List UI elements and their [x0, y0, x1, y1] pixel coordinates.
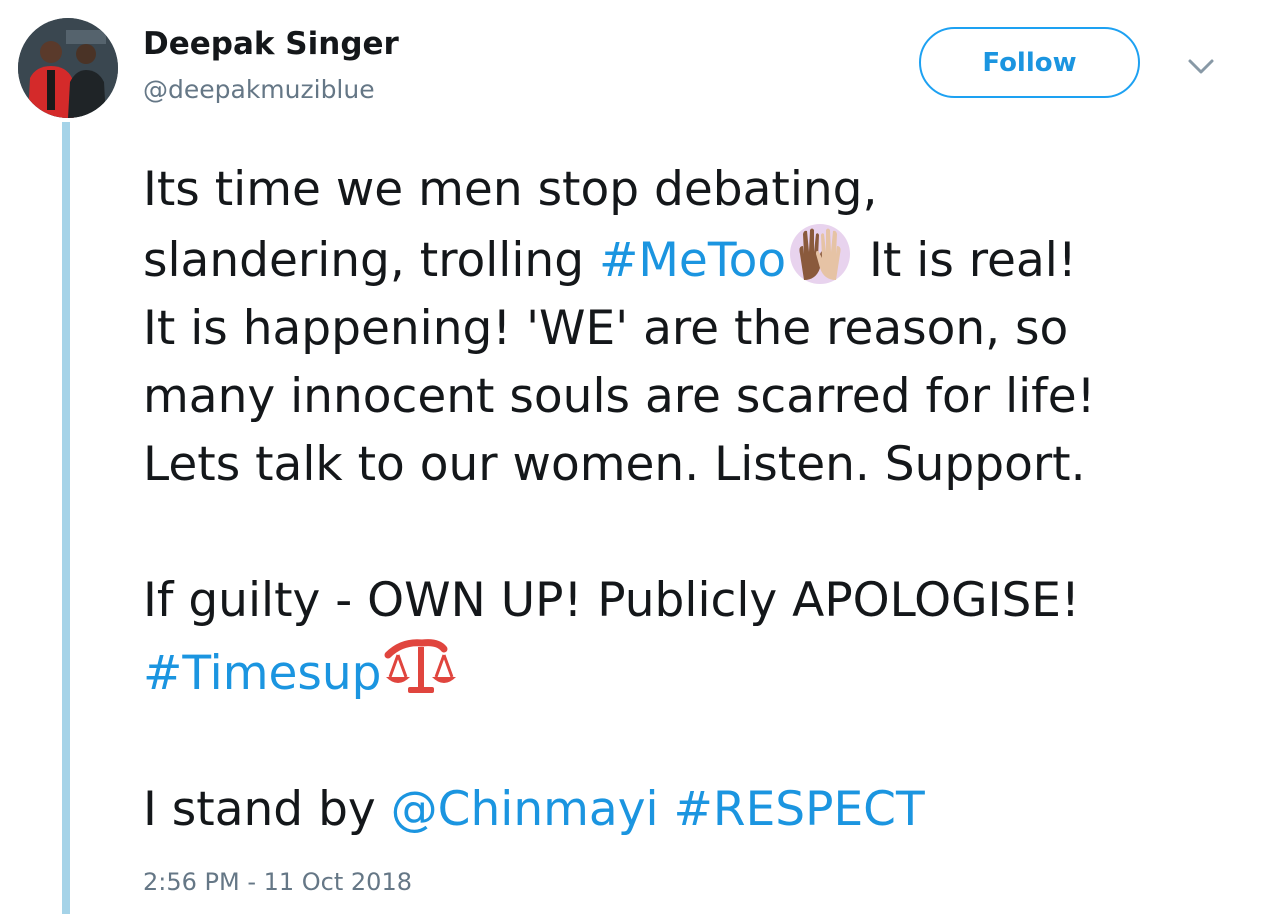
tweet-line: slandering, trolling #MeToo It is real! — [143, 224, 1243, 295]
tweet-line: Lets talk to our women. Listen. Support. — [143, 437, 1086, 492]
hashtag-respect-link[interactable]: #RESPECT — [674, 782, 925, 837]
tweet-card: Deepak Singer @deepakmuziblue Follow Its… — [0, 0, 1280, 914]
tweet-line: many innocent souls are scarred for life… — [143, 369, 1096, 424]
hashtag-metoo-link[interactable]: #MeToo — [599, 233, 786, 288]
tweet-timestamp[interactable]: 2:56 PM - 11 Oct 2018 — [143, 868, 412, 896]
profile-photo-icon — [18, 18, 118, 118]
chevron-down-icon[interactable] — [1184, 52, 1218, 82]
raised-hands-emoji-icon — [790, 224, 851, 284]
scales-emoji-icon — [384, 639, 456, 693]
tweet-line: If guilty - OWN UP! Publicly APOLOGISE! — [143, 573, 1080, 628]
tweet-line: It is happening! 'WE' are the reason, so — [143, 301, 1069, 356]
tweet-line: Its time we men stop debating, — [143, 162, 878, 217]
mention-chinmayi-link[interactable]: @Chinmayi — [391, 782, 659, 837]
tweet-line: I stand by @Chinmayi #RESPECT — [143, 776, 1243, 844]
tweet-text-segment: I stand by — [143, 782, 391, 837]
author-handle[interactable]: @deepakmuziblue — [143, 75, 375, 104]
hashtag-timesup-link[interactable]: #Timesup — [143, 646, 382, 701]
follow-button[interactable]: Follow — [919, 27, 1140, 98]
tweet-text-segment: It is real! — [854, 233, 1077, 288]
tweet-line: #Timesup — [143, 635, 1243, 708]
avatar[interactable] — [18, 18, 118, 118]
tweet-text: Its time we men stop debating, slanderin… — [143, 156, 1243, 844]
author-name[interactable]: Deepak Singer — [143, 26, 399, 62]
thread-connector-line — [62, 122, 70, 914]
tweet-text-segment: slandering, trolling — [143, 233, 585, 288]
